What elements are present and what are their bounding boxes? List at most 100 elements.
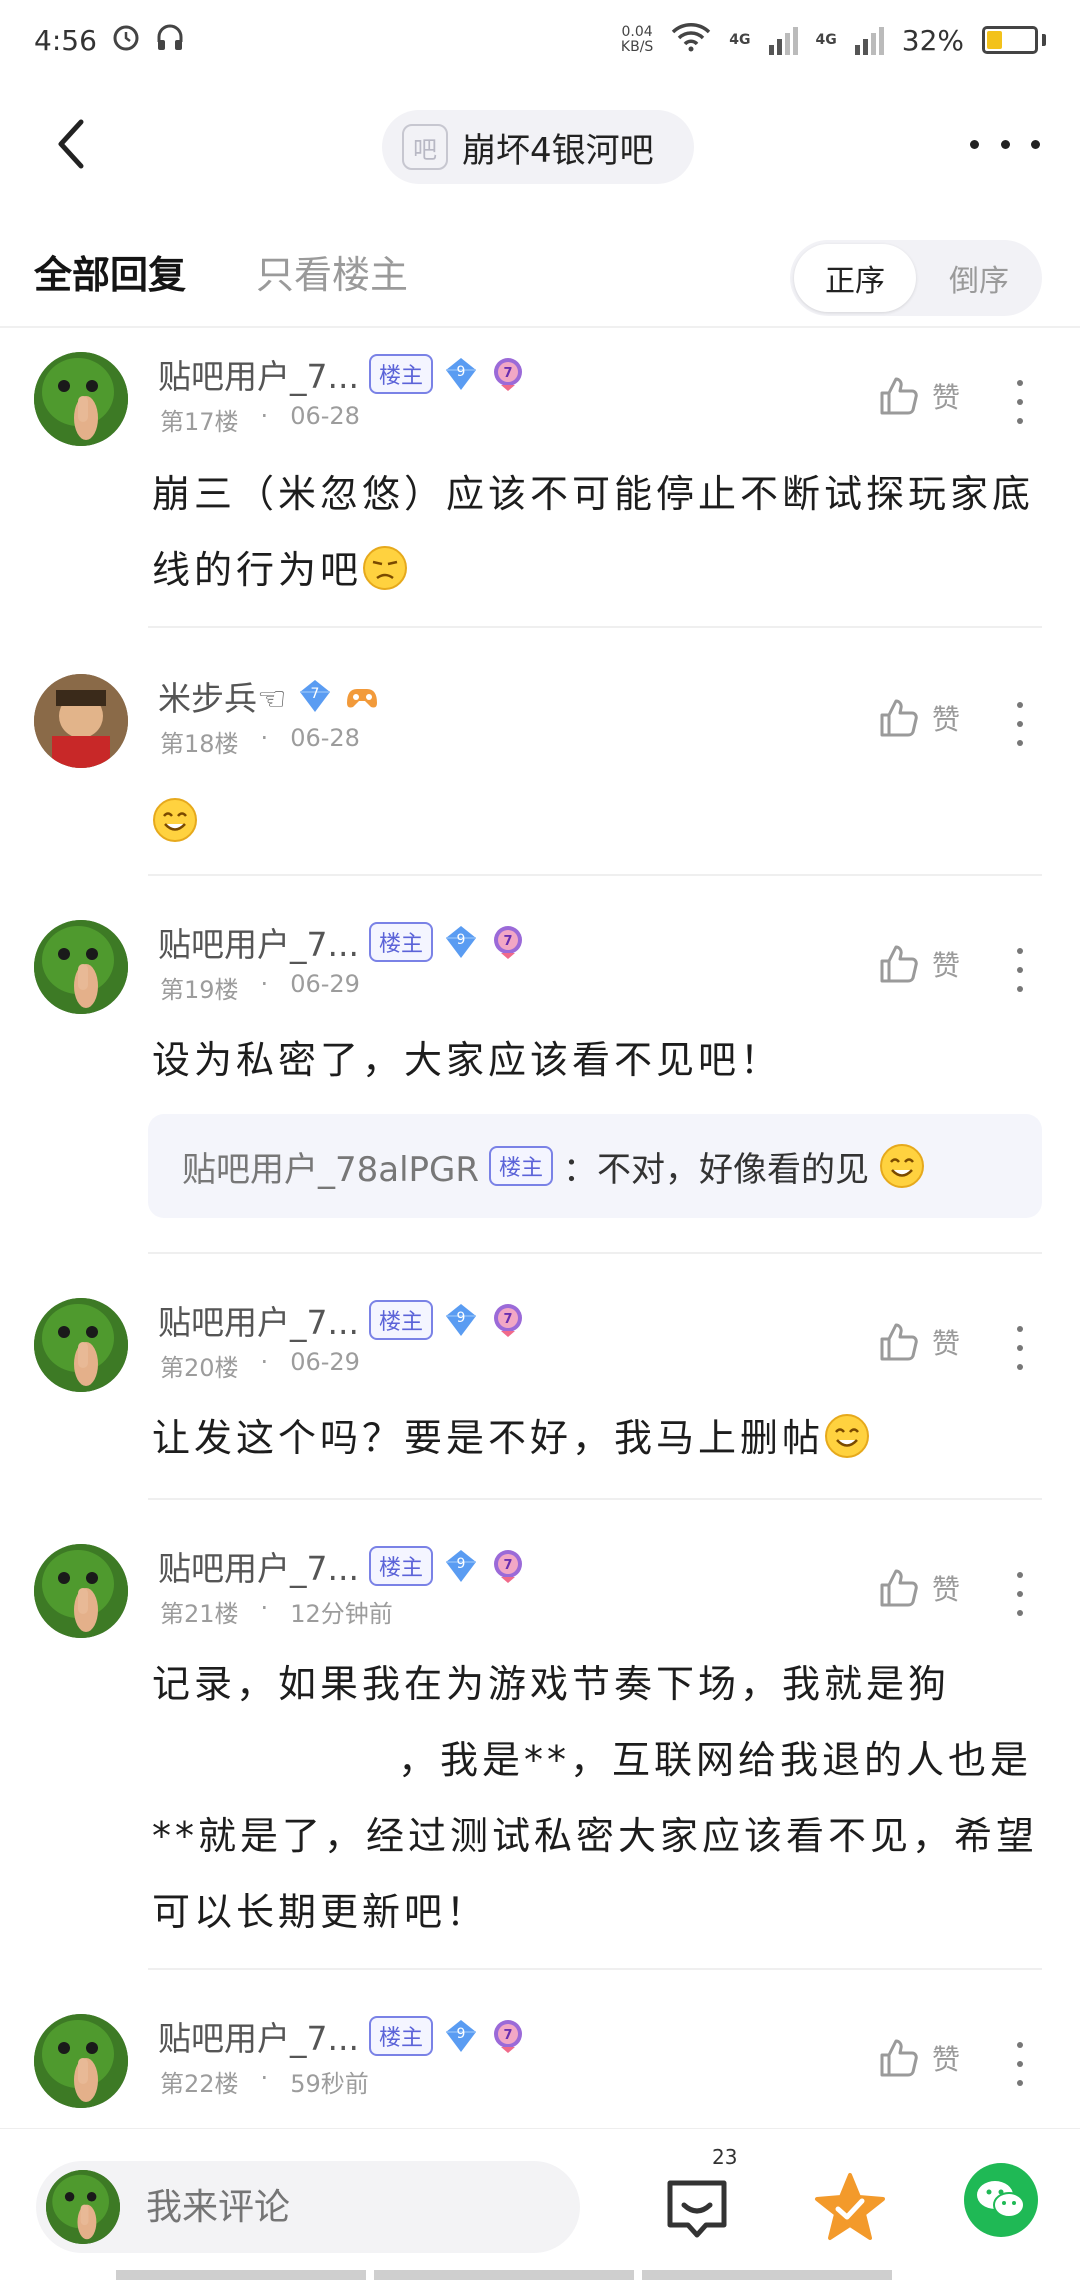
sort-descending-button[interactable]: 倒序 [920,244,1038,312]
thumbs-up-icon [876,1320,920,1364]
member-badge-icon [489,1301,527,1339]
like-button[interactable]: 赞 [876,374,960,418]
floor-number: 第17楼 [160,408,239,436]
username[interactable]: 贴吧用户_7... [158,2012,359,2060]
thumbs-up-icon [876,1566,920,1610]
svg-text:9: 9 [457,364,466,380]
post-menu-button[interactable] [1014,1572,1026,1616]
username[interactable]: 贴吧用户_7... [158,1296,359,1344]
divider [148,1498,1042,1500]
username[interactable]: 贴吧用户_7... [158,918,359,966]
sort-ascending-button[interactable]: 正序 [794,244,916,312]
divider [148,1252,1042,1254]
op-badge: 楼主 [368,2016,433,2056]
like-label: 赞 [932,1327,961,1360]
comment-box[interactable] [36,2161,580,2253]
game-badge-icon [346,689,377,708]
post-time: 06-28 [290,724,360,752]
reply-count: 23 [712,2145,738,2169]
level-badge-icon: 9 [443,924,479,960]
signal-icon [854,25,884,55]
wechat-share-button[interactable] [964,2163,1038,2237]
username[interactable]: 米步兵☜ [158,672,287,720]
post-meta: 第22楼 · 59秒前 [160,2064,369,2098]
like-label: 赞 [932,949,961,982]
like-button[interactable]: 赞 [876,696,960,740]
post-content: 记录，如果我在为游戏节奏下场，我就是狗 ，我是**，互联网给我退的人也是 **就… [152,1662,1039,1934]
battery-percent: 32% [901,23,964,57]
frown-emoji-icon [362,545,408,591]
member-badge-icon [489,923,527,961]
tab-op-only[interactable]: 只看楼主 [256,244,408,299]
avatar[interactable] [34,1298,128,1392]
like-button[interactable]: 赞 [876,2036,960,2080]
smile-emoji-icon [879,1143,925,1189]
like-label: 赞 [932,1573,961,1606]
replies-icon[interactable] [662,2173,732,2243]
member-badge-icon [489,2017,527,2055]
star-icon[interactable] [814,2171,886,2243]
post-menu-button[interactable] [1014,702,1026,746]
floor-number: 第21楼 [160,1600,239,1628]
avatar[interactable] [34,352,128,446]
comment-input[interactable] [146,2186,526,2228]
op-badge: 楼主 [368,1546,433,1586]
svg-text:9: 9 [457,1310,466,1326]
forum-link[interactable]: 吧 崩坏4银河吧 [382,110,694,184]
tab-all-replies[interactable]: 全部回复 [34,244,186,299]
level-badge-icon: 7 [297,678,333,714]
post-menu-button[interactable] [1014,2042,1026,2086]
reply-item: 贴吧用户_7... 楼主 9 第22楼 · 59秒前 赞 [0,2000,1080,2128]
username[interactable]: 贴吧用户_7... [158,1542,359,1590]
post-menu-button[interactable] [1014,948,1026,992]
post-content: 设为私密了，大家应该看不见吧！ [152,1038,783,1082]
level-badge-icon: 9 [443,1548,479,1584]
battery-icon [982,26,1046,54]
like-button[interactable]: 赞 [876,1320,960,1364]
avatar[interactable] [34,2014,128,2108]
avatar[interactable] [34,920,128,1014]
like-label: 赞 [932,381,961,414]
floor-number: 第19楼 [160,976,239,1004]
sim1-label: 4G [729,32,751,48]
floor-number: 第18楼 [160,730,239,758]
thumbs-up-icon [876,696,920,740]
sub-reply-author[interactable]: 贴吧用户_78alPGR [182,1142,479,1191]
avatar[interactable] [34,674,128,768]
thumbs-up-icon [876,2036,920,2080]
post-time: 06-28 [290,402,360,430]
level-badge-icon: 9 [443,1302,479,1338]
divider [148,874,1042,876]
like-button[interactable]: 赞 [876,942,960,986]
status-bar: 4:56 0.04 KB/S 4G 4G 32% [0,0,1080,80]
op-badge: 楼主 [368,354,433,394]
wifi-icon [671,22,711,59]
back-button[interactable] [40,114,100,174]
smile-emoji-icon [824,1413,870,1459]
svg-text:9: 9 [457,1556,466,1572]
post-meta: 第20楼 · 06-29 [160,1348,360,1382]
bottom-action-bar: 23 [0,2128,1080,2280]
op-badge: 楼主 [489,1146,554,1186]
avatar[interactable] [34,1544,128,1638]
op-badge: 楼主 [368,1300,433,1340]
post-menu-button[interactable] [1014,1326,1026,1370]
reply-item: 贴吧用户_7... 楼主 9 第19楼 · 06-29 赞 设为私密了，大家应该看不… [0,906,1080,1256]
sub-reply[interactable]: 贴吧用户_78alPGR 楼主 ：不对，好像看的见 [148,1114,1042,1218]
svg-text:9: 9 [457,2026,466,2042]
reply-filter-tabs: 全部回复 只看楼主 正序 倒序 [0,210,1080,328]
post-time: 06-29 [290,1348,360,1376]
post-content [152,784,1042,860]
like-label: 赞 [932,2043,961,2076]
nav-bar: 吧 崩坏4银河吧 [0,80,1080,210]
username[interactable]: 贴吧用户_7... [158,350,359,398]
post-time: 12分钟前 [290,1600,393,1628]
divider [148,1968,1042,1970]
svg-text:7: 7 [310,686,319,702]
wechat-icon [977,2181,1025,2218]
headphones-icon [155,22,185,59]
sub-reply-text: ：不对，好像看的见 [563,1149,870,1190]
like-button[interactable]: 赞 [876,1566,960,1610]
post-menu-button[interactable] [1014,380,1026,424]
more-options-button[interactable] [970,124,1040,164]
